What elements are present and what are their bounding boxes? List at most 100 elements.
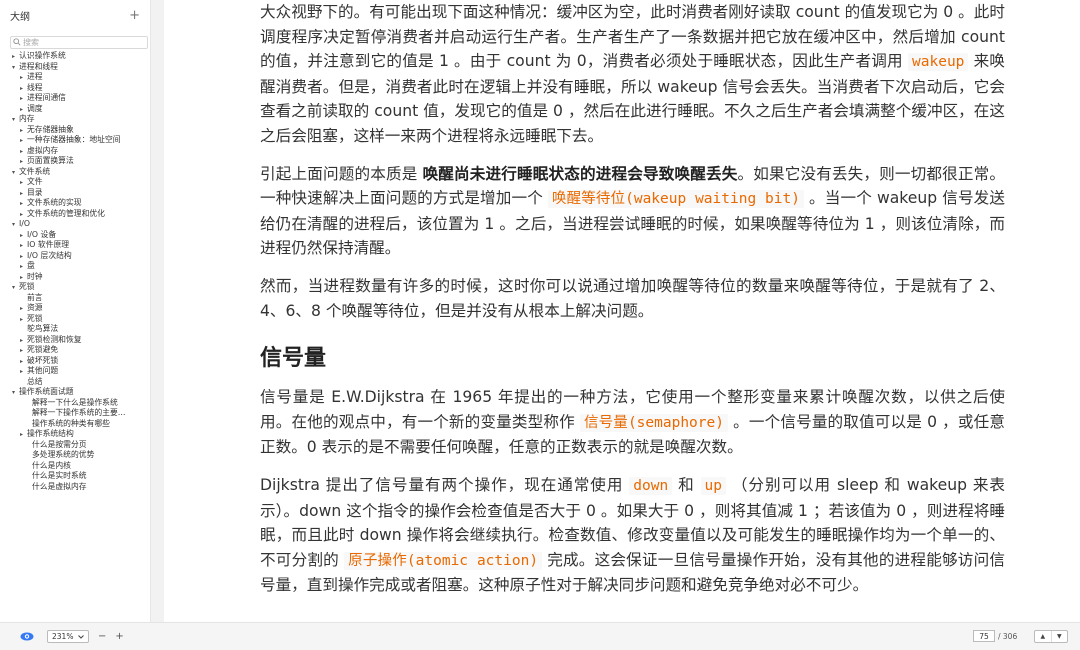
chevron-down-icon[interactable]: ▾ [12,63,19,73]
outline-item[interactable]: 鸵鸟算法 [12,324,150,335]
zoom-in-button[interactable]: + [115,631,123,642]
outline-item-label: 总结 [27,376,43,386]
chevron-right-icon[interactable]: ▸ [20,199,27,209]
outline-item-label: 文件 [27,177,43,186]
previous-page-button[interactable]: ▲ [1035,631,1052,642]
outline-item[interactable]: ▾ 内存 [12,114,150,125]
outline-item[interactable]: ▸ IO 软件原理 [12,240,150,251]
outline-item[interactable]: 解释一下操作系统的主要… [12,408,150,419]
outline-item[interactable]: ▸ 无存储器抽象 [12,125,150,136]
outline-item[interactable]: 什么是按需分页 [12,440,150,451]
chevron-right-icon[interactable]: ▸ [20,430,27,440]
outline-item-label: I/O 设备 [27,229,57,239]
outline-item[interactable]: ▾ 文件系统 [12,167,150,178]
chevron-right-icon[interactable]: ▸ [20,147,27,157]
outline-item[interactable]: ▸ 文件系统的实现 [12,198,150,209]
chevron-right-icon[interactable]: ▸ [20,84,27,94]
chevron-down-icon[interactable]: ▾ [12,168,19,178]
chevron-right-icon[interactable]: ▸ [20,178,27,188]
outline-item[interactable]: 什么是虚拟内存 [12,482,150,493]
outline-item[interactable]: ▸ 文件系统的管理和优化 [12,209,150,220]
chevron-right-icon[interactable]: ▸ [20,210,27,220]
outline-item[interactable]: ▸ 盘 [12,261,150,272]
outline-item[interactable]: 总结 [12,377,150,388]
chevron-right-icon[interactable]: ▸ [20,126,27,136]
outline-item[interactable]: ▸ 调度 [12,104,150,115]
outline-item[interactable]: ▸ 线程 [12,83,150,94]
outline-item[interactable]: ▸ I/O 设备 [12,230,150,241]
chevron-right-icon[interactable]: ▸ [20,189,27,199]
chevron-down-icon[interactable]: ▾ [12,388,19,398]
zoom-select[interactable]: 231% [47,630,89,643]
sidebar-scrollbar[interactable] [150,0,164,622]
search-input[interactable] [23,37,143,48]
outline-search[interactable] [10,36,148,49]
zoom-value: 231% [52,632,74,641]
outline-item[interactable]: ▾ 死锁 [12,282,150,293]
eye-icon[interactable] [20,632,34,641]
outline-item[interactable]: ▸ 死锁避免 [12,345,150,356]
outline-item-label: 盘 [27,261,35,270]
outline-item[interactable]: ▸ 认识操作系统 [12,51,150,62]
chevron-down-icon[interactable]: ▾ [12,283,19,293]
chevron-right-icon[interactable]: ▸ [20,136,27,146]
chevron-right-icon[interactable]: ▸ [20,346,27,356]
paragraph-down-up: Dijkstra 提出了信号量有两个操作，现在通常使用 down 和 up （分… [260,473,1005,598]
chevron-down-icon[interactable]: ▾ [12,115,19,125]
chevron-right-icon[interactable]: ▸ [20,304,27,314]
chevron-right-icon[interactable]: ▸ [20,357,27,367]
outline-item-label: 进程和线程 [19,61,58,71]
outline-item[interactable]: ▾ 进程和线程 [12,62,150,73]
outline-item[interactable]: ▸ 目录 [12,188,150,199]
chevron-right-icon[interactable]: ▸ [20,73,27,83]
chevron-right-icon[interactable]: ▸ [20,231,27,241]
outline-item[interactable]: ▸ 破坏死锁 [12,356,150,367]
outline-item[interactable]: ▸ 死锁检测和恢复 [12,335,150,346]
outline-item[interactable]: ▾ 操作系统面试题 [12,387,150,398]
outline-item[interactable]: 前言 [12,293,150,304]
chevron-down-icon[interactable]: ▾ [12,220,19,230]
chevron-right-icon[interactable]: ▸ [20,157,27,167]
outline-item[interactable]: ▸ 一种存储器抽象：地址空间 [12,135,150,146]
outline-item[interactable]: ▸ 虚拟内存 [12,146,150,157]
page-number-input[interactable]: 75 [973,630,995,642]
outline-item[interactable]: 解释一下什么是操作系统 [12,398,150,409]
text-run: 然而，当进程数量有许多的时候，这时你可以说通过增加唤醒等待位的数量来唤醒等待位，… [260,276,1005,320]
outline-item[interactable]: 操作系统的种类有哪些 [12,419,150,430]
chevron-right-icon[interactable]: ▸ [20,105,27,115]
outline-item[interactable]: ▸ 其他问题 [12,366,150,377]
outline-item[interactable]: ▸ 页面置换算法 [12,156,150,167]
next-page-button[interactable]: ▼ [1052,631,1068,642]
outline-item[interactable]: 什么是实时系统 [12,471,150,482]
outline-item[interactable]: ▸ I/O 层次结构 [12,251,150,262]
bold-text: 唤醒尚未进行睡眠状态的进程会导致唤醒丢失 [422,164,738,183]
outline-item-label: IO 软件原理 [27,240,70,249]
outline-item[interactable]: 多处理系统的优势 [12,450,150,461]
chevron-right-icon[interactable]: ▸ [20,94,27,104]
outline-item-label: 前言 [27,292,43,302]
outline-item[interactable]: ▸ 文件 [12,177,150,188]
chevron-right-icon[interactable]: ▸ [20,252,27,262]
chevron-right-icon[interactable]: ▸ [12,52,19,62]
zoom-out-button[interactable]: − [98,631,106,642]
outline-item[interactable]: ▾ I/O [12,219,150,230]
outline-item-label: 目录 [27,187,43,197]
outline-item[interactable]: ▸ 时钟 [12,272,150,283]
outline-item[interactable]: ▸ 进程间通信 [12,93,150,104]
outline-item[interactable]: ▸ 进程 [12,72,150,83]
outline-item[interactable]: 什么是内核 [12,461,150,472]
outline-item-label: 什么是虚拟内存 [32,481,87,491]
outline-item[interactable]: ▸ 资源 [12,303,150,314]
outline-item[interactable]: ▸ 死锁 [12,314,150,325]
outline-item-label: 文件系统 [19,166,51,176]
chevron-right-icon[interactable]: ▸ [20,315,27,325]
text-run: 大众视野下的。有可能出现下面这种情况：缓冲区为空，此时消费者刚好读取 count… [260,3,1005,71]
chevron-right-icon[interactable]: ▸ [20,262,27,272]
chevron-right-icon[interactable]: ▸ [20,273,27,283]
chevron-right-icon[interactable]: ▸ [20,336,27,346]
chevron-right-icon[interactable]: ▸ [20,241,27,251]
chevron-right-icon[interactable]: ▸ [20,367,27,377]
outline-tree: ▸ 认识操作系统 ▾ 进程和线程 ▸ 进程 ▸ 线程 ▸ 进程间通信 ▸ 调度 ▾ 内存 ▸ 无存储器抽象 ▸ 一… [0,51,150,492]
add-outline-button[interactable]: + [129,9,140,22]
outline-item[interactable]: ▸ 操作系统结构 [12,429,150,440]
